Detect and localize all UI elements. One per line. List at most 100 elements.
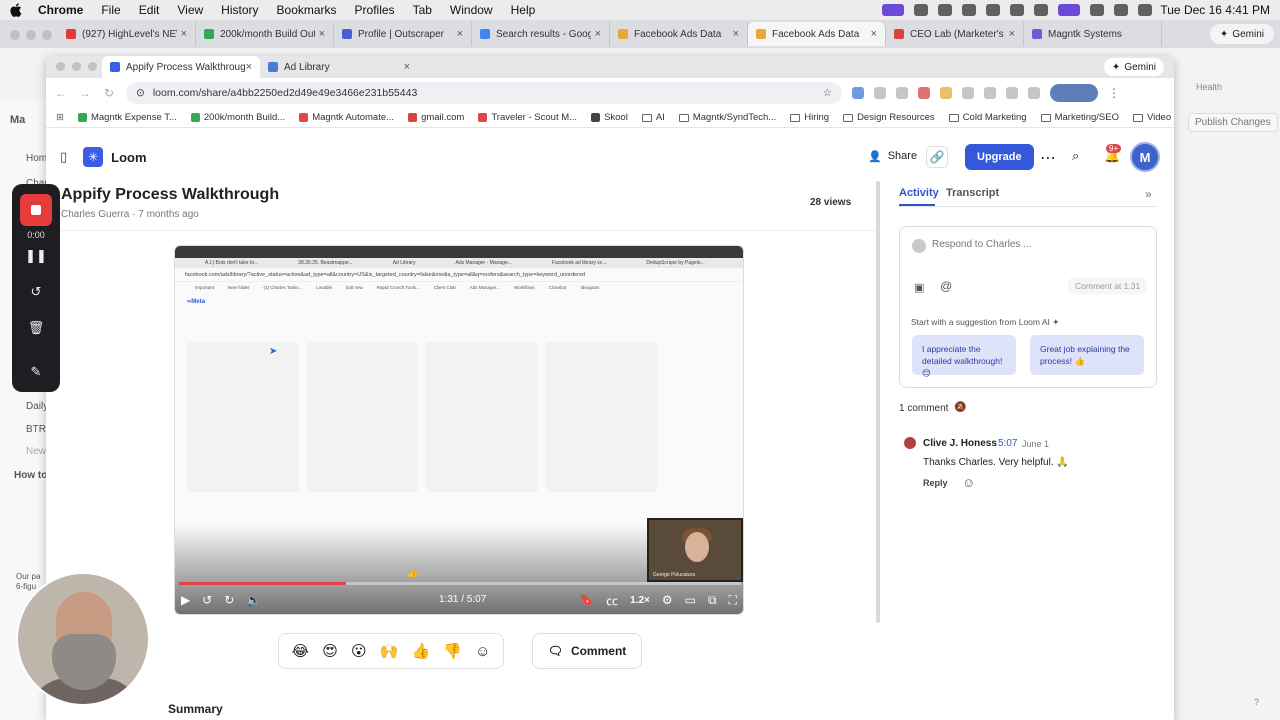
wifi-icon[interactable] (1090, 4, 1105, 16)
close-icon[interactable]: × (246, 61, 252, 73)
tray-toggle-icon[interactable] (962, 4, 977, 16)
tab-loom-video[interactable]: Appify Process Walkthrough × (102, 56, 260, 78)
tab-ad-library[interactable]: Ad Library × (260, 56, 418, 78)
kebab-menu-icon[interactable]: ⋮ (1108, 86, 1120, 100)
collapse-panel-icon[interactable]: » (1145, 187, 1152, 201)
reaction-thumbs-up-icon[interactable]: 👍 (411, 642, 430, 660)
video-camera-icon[interactable]: ▣ (914, 281, 924, 294)
bg-item-daily[interactable]: Daily (26, 401, 48, 412)
forward-arrow-icon[interactable]: → (78, 86, 92, 100)
tray-google-icon[interactable] (1034, 4, 1049, 16)
window-close-dot[interactable] (10, 30, 20, 40)
volume-icon[interactable]: 🔈 (246, 593, 261, 607)
progress-bar[interactable] (179, 582, 741, 585)
apple-icon[interactable] (10, 3, 24, 17)
close-icon[interactable]: × (319, 28, 325, 40)
bookmark-folder[interactable]: Cold Marketing (948, 112, 1027, 123)
theater-mode-icon[interactable]: ▭ (685, 593, 696, 607)
outer-tab[interactable]: Magntk Systems (1024, 22, 1162, 46)
video-player[interactable]: A.I.) Bots don't take br... 28.30.25. Be… (174, 245, 744, 615)
outer-tab[interactable]: 200k/month Build Out × (196, 22, 334, 46)
bookmark-folder[interactable]: AI (641, 112, 665, 123)
apps-grid-icon[interactable]: ⊞ (56, 112, 64, 123)
reload-icon[interactable]: ↻ (102, 86, 116, 100)
profile-button[interactable] (1050, 84, 1098, 102)
close-icon[interactable]: × (595, 28, 601, 40)
user-avatar[interactable]: M (1130, 142, 1160, 172)
menu-tab[interactable]: Tab (413, 3, 432, 17)
tray-grid-icon[interactable] (986, 4, 1001, 16)
add-reaction-icon[interactable]: ☺ (475, 643, 490, 660)
settings-gear-icon[interactable]: ⚙ (662, 593, 673, 607)
search-icon[interactable]: ⌕ (1072, 148, 1079, 164)
upgrade-button[interactable]: Upgrade (965, 144, 1034, 170)
bookmark-item[interactable]: Magntk Expense T... (77, 112, 177, 123)
reaction-surprised-icon[interactable]: 😮 (351, 642, 367, 660)
share-button[interactable]: 👤 Share (862, 144, 923, 168)
pause-icon[interactable]: ❚❚ (12, 248, 60, 264)
forward-icon[interactable]: ↻ (224, 593, 234, 607)
more-options-icon[interactable]: ⋯ (1040, 148, 1056, 168)
site-info-icon[interactable]: ⊙ (136, 87, 145, 99)
extension-icon[interactable] (1006, 87, 1018, 99)
bookmark-item[interactable]: 200k/month Build... (190, 112, 285, 123)
bookmark-folder[interactable]: Video Editing (1133, 112, 1174, 123)
menu-app-name[interactable]: Chrome (38, 3, 83, 17)
tab-activity[interactable]: Activity (899, 187, 939, 199)
puzzle-icon[interactable] (962, 87, 974, 99)
recorder-camera-bubble[interactable] (16, 572, 150, 706)
bookmark-folder[interactable]: Magntk/SyndTech... (678, 112, 776, 123)
comment-timestamp-link[interactable]: 5:07 (998, 438, 1017, 449)
bookmark-icon[interactable]: 🔖 (579, 593, 594, 607)
close-icon[interactable]: × (1009, 28, 1015, 40)
close-icon[interactable]: × (733, 28, 739, 40)
comment-author[interactable]: Clive J. Honess (923, 438, 997, 449)
outer-tab-active[interactable]: Facebook Ads Data × (748, 22, 886, 46)
reply-button[interactable]: Reply (923, 478, 948, 488)
reaction-marker-icon[interactable]: 👍 (407, 568, 418, 579)
reaction-raised-hands-icon[interactable]: 🙌 (380, 642, 399, 660)
window-zoom-dot[interactable] (88, 62, 97, 71)
search-icon[interactable] (1114, 4, 1129, 16)
address-bar[interactable]: ⊙ loom.com/share/a4bb2250ed2d49e49e3466e… (126, 82, 842, 104)
back-arrow-icon[interactable]: ← (54, 86, 68, 100)
menu-file[interactable]: File (101, 3, 120, 17)
extension-icon[interactable] (918, 87, 930, 99)
publish-changes-button[interactable]: Publish Changes (1188, 113, 1278, 132)
menu-window[interactable]: Window (450, 3, 493, 17)
playback-speed[interactable]: 1.2× (630, 595, 650, 606)
presenter-camera-bubble[interactable]: George Polucatura (647, 518, 743, 582)
scrollbar[interactable] (876, 181, 880, 623)
menu-history[interactable]: History (221, 3, 258, 17)
close-icon[interactable]: × (457, 28, 463, 40)
menu-clock[interactable]: Tue Dec 16 4:41 PM (1160, 3, 1270, 17)
tray-screen-icon[interactable] (1058, 4, 1081, 16)
fullscreen-icon[interactable]: ⛶ (729, 593, 737, 608)
rewind-icon[interactable]: ↺ (202, 593, 212, 607)
close-icon[interactable]: × (404, 61, 410, 73)
control-center-icon[interactable] (1138, 4, 1153, 16)
close-icon[interactable]: × (181, 28, 187, 40)
bookmark-folder[interactable]: Design Resources (843, 112, 935, 123)
window-zoom-dot[interactable] (42, 30, 52, 40)
respond-input[interactable]: Respond to Charles ... (932, 239, 1032, 250)
menu-bookmarks[interactable]: Bookmarks (277, 3, 337, 17)
ai-suggestion-chip[interactable]: I appreciate the detailed walkthrough! 😊 (912, 335, 1016, 378)
bookmark-star-icon[interactable]: ☆ (823, 87, 832, 99)
tray-app-icon[interactable] (882, 4, 905, 16)
tab-transcript[interactable]: Transcript (946, 187, 999, 199)
copy-link-button[interactable]: 🔗 (926, 146, 948, 168)
outer-tab[interactable]: Profile | Outscraper × (334, 22, 472, 46)
menu-help[interactable]: Help (511, 3, 536, 17)
comment-at-timestamp[interactable]: Comment at 1:31 (1068, 278, 1148, 294)
pen-extension-icon[interactable] (874, 87, 886, 99)
add-reaction-icon[interactable]: ☺ (962, 475, 975, 490)
reaction-thumbs-down-icon[interactable]: 👎 (443, 642, 462, 660)
ai-suggestion-chip[interactable]: Great job explaining the process! 👍 (1030, 335, 1144, 375)
close-icon[interactable]: × (871, 28, 877, 40)
outer-tab[interactable]: (927) HighLevel's NEW × (58, 22, 196, 46)
menu-view[interactable]: View (177, 3, 203, 17)
gemini-button[interactable]: ✦ Gemini (1103, 58, 1164, 76)
draw-pen-icon[interactable]: ✎ (12, 364, 60, 380)
bookmark-folder[interactable]: Marketing/SEO (1040, 112, 1119, 123)
